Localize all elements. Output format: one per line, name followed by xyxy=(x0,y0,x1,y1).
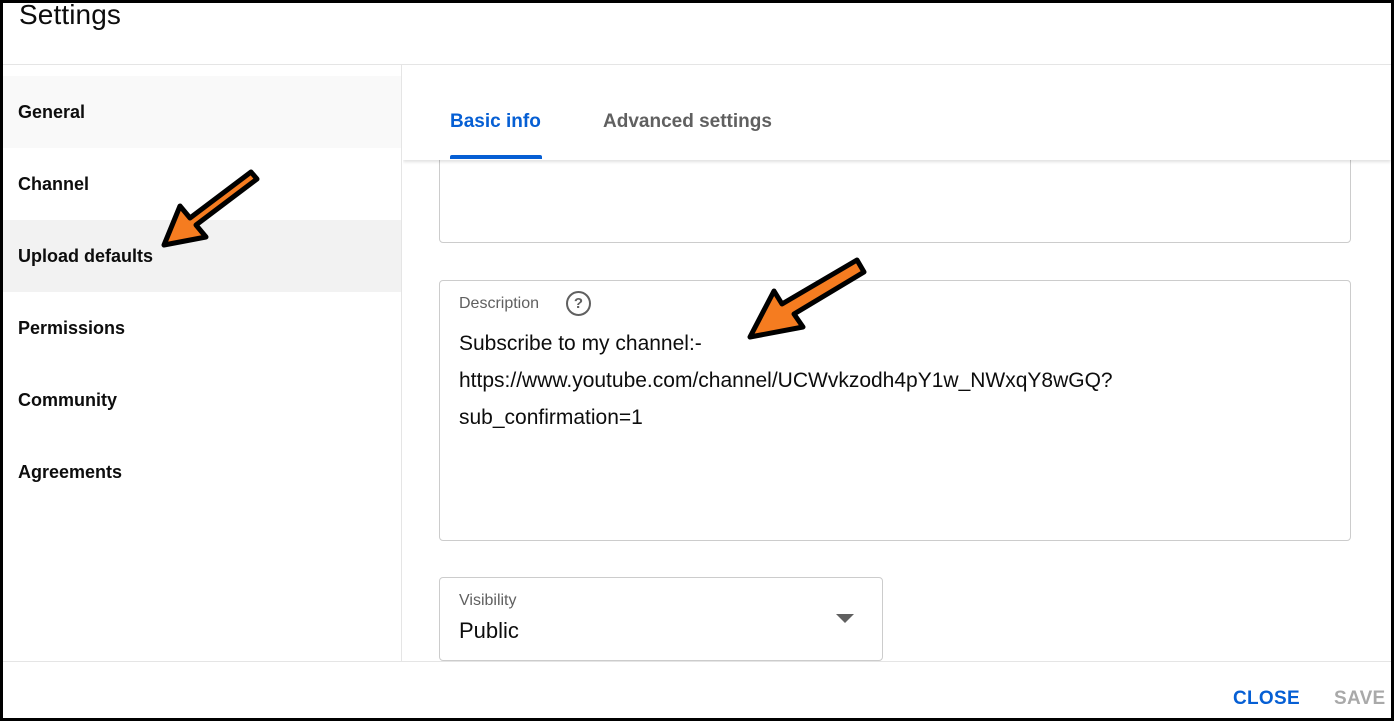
visibility-select[interactable]: Visibility Public xyxy=(439,577,883,661)
visibility-value: Public xyxy=(459,618,519,643)
help-circle-icon[interactable]: ? xyxy=(566,291,591,316)
close-button[interactable]: CLOSE xyxy=(1233,688,1300,710)
description-label: Description xyxy=(459,295,540,312)
description-text[interactable]: Subscribe to my channel:- https://www.yo… xyxy=(459,325,1339,436)
dialog-header: Settings xyxy=(3,3,1391,65)
sidebar-item-general[interactable]: General xyxy=(3,76,401,148)
settings-sidebar: General Channel Upload defaults Permissi… xyxy=(3,65,402,661)
sidebar-item-agreements[interactable]: Agreements xyxy=(3,436,401,508)
tab-basic-info[interactable]: Basic info xyxy=(450,111,541,133)
tab-advanced-settings[interactable]: Advanced settings xyxy=(603,111,772,133)
tab-bar: Basic info Advanced settings xyxy=(403,65,1391,160)
dialog-footer: CLOSE SAVE xyxy=(3,661,1391,718)
dialog-title: Settings xyxy=(19,0,121,30)
settings-content: Basic info Advanced settings Description… xyxy=(403,65,1391,661)
sidebar-item-community[interactable]: Community xyxy=(3,364,401,436)
active-tab-indicator xyxy=(450,155,542,159)
sidebar-item-upload-defaults[interactable]: Upload defaults xyxy=(3,220,401,292)
settings-dialog: Settings General Channel Upload defaults… xyxy=(0,0,1394,721)
save-button[interactable]: SAVE xyxy=(1334,688,1386,710)
description-field[interactable]: Description ? Subscribe to my channel:- … xyxy=(439,280,1351,541)
sidebar-item-permissions[interactable]: Permissions xyxy=(3,292,401,364)
caret-down-icon[interactable] xyxy=(836,614,854,623)
visibility-label: Visibility xyxy=(459,592,517,609)
sidebar-item-channel[interactable]: Channel xyxy=(3,148,401,220)
